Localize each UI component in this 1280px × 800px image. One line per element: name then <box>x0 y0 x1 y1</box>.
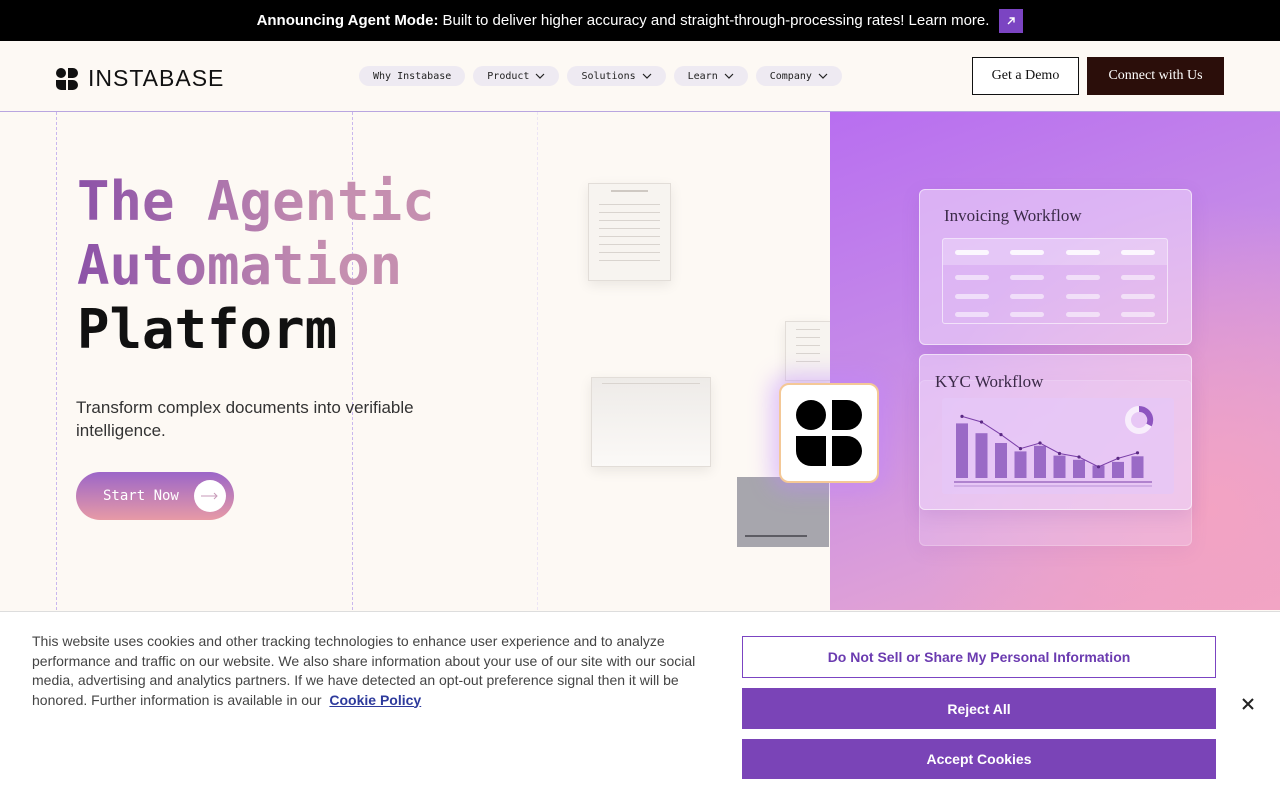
document-illustration <box>785 321 831 381</box>
nav-label: Learn <box>687 70 718 82</box>
close-icon[interactable] <box>1237 693 1259 715</box>
hero-title-line-2: Automation <box>77 234 435 298</box>
announcement-bar[interactable]: Announcing Agent Mode: Built to deliver … <box>0 0 1280 41</box>
nav-why-instabase[interactable]: Why Instabase <box>359 66 466 86</box>
kyc-line-point <box>1038 441 1042 445</box>
document-illustration <box>588 183 671 281</box>
cookie-text: This website uses cookies and other trac… <box>32 632 722 710</box>
nav-label: Why Instabase <box>373 70 452 82</box>
kyc-bar <box>1073 459 1085 478</box>
external-arrow-icon[interactable] <box>999 8 1024 33</box>
do-not-sell-button[interactable]: Do Not Sell or Share My Personal Informa… <box>742 636 1216 678</box>
connect-button[interactable]: Connect with Us <box>1087 57 1224 95</box>
nav-company[interactable]: Company <box>755 66 842 86</box>
get-demo-button[interactable]: Get a Demo <box>972 57 1079 95</box>
guide-line <box>537 112 538 610</box>
nav-product[interactable]: Product <box>473 66 560 86</box>
cookie-policy-link[interactable]: Cookie Policy <box>329 692 421 708</box>
kyc-line-point <box>1116 456 1120 460</box>
kyc-bar <box>1131 456 1144 478</box>
kyc-bar <box>1034 445 1046 478</box>
kyc-bar <box>1053 455 1066 478</box>
logo-text: INSTABASE <box>88 65 225 91</box>
invoicing-workflow-title: Invoicing Workflow <box>944 206 1082 225</box>
start-now-label: Start Now <box>103 488 179 504</box>
nav-solutions[interactable]: Solutions <box>567 66 666 86</box>
kyc-chart-illustration <box>942 398 1174 494</box>
chevron-down-icon <box>536 73 545 79</box>
instabase-logo-tile <box>779 383 879 483</box>
hero-title-line-1: The Agentic <box>77 170 435 233</box>
document-illustration <box>591 377 711 467</box>
logo[interactable]: INSTABASE <box>56 65 224 92</box>
hero-title: The Agentic Automation Platform <box>77 170 435 362</box>
invoice-table-illustration <box>942 238 1168 324</box>
hero-subtitle: Transform complex documents into verifia… <box>76 398 414 440</box>
chevron-down-icon <box>724 73 734 79</box>
announcement-text[interactable]: Built to deliver higher accuracy and str… <box>442 12 989 29</box>
kyc-bar <box>1014 451 1027 478</box>
kyc-line-point <box>1018 447 1023 451</box>
nav-learn[interactable]: Learn <box>673 66 748 86</box>
kyc-line-point <box>979 420 984 424</box>
kyc-bar <box>975 433 988 478</box>
instabase-logo-icon <box>796 400 862 466</box>
hero-title-line-3: Platform <box>77 298 338 361</box>
kyc-line-point <box>1057 451 1062 456</box>
arrow-right-icon <box>194 480 226 512</box>
kyc-bar <box>956 423 968 478</box>
kyc-bar <box>995 443 1007 478</box>
announcement-bold: Announcing Agent Mode: <box>256 12 439 29</box>
nav-label: Product <box>487 70 530 82</box>
chevron-down-icon <box>818 73 828 79</box>
nav-label: Company <box>769 70 812 82</box>
kyc-bar <box>1112 461 1124 478</box>
kyc-line-point <box>1077 455 1081 459</box>
kyc-line-point <box>999 433 1003 437</box>
donut-segment <box>1138 406 1154 427</box>
kyc-line-point <box>960 414 964 418</box>
kyc-chart-svg <box>954 406 1154 487</box>
site-header: INSTABASE Why Instabase Product Solution… <box>0 41 1280 112</box>
guide-line <box>56 112 57 610</box>
nav-label: Solutions <box>581 70 636 82</box>
accept-cookies-button[interactable]: Accept Cookies <box>742 739 1216 779</box>
cookie-banner: This website uses cookies and other trac… <box>0 611 1280 800</box>
start-now-button[interactable]: Start Now <box>76 472 234 520</box>
chevron-down-icon <box>642 73 652 79</box>
instabase-logo-icon <box>56 67 78 90</box>
kyc-trend-line <box>961 415 1138 468</box>
device-illustration <box>737 477 829 547</box>
reject-all-button[interactable]: Reject All <box>742 688 1216 729</box>
kyc-line-point <box>1096 465 1101 469</box>
kyc-workflow-title: KYC Workflow <box>935 372 1044 391</box>
main-nav: Why Instabase Product Solutions Learn Co… <box>359 66 842 86</box>
kyc-line-point <box>1135 451 1140 455</box>
